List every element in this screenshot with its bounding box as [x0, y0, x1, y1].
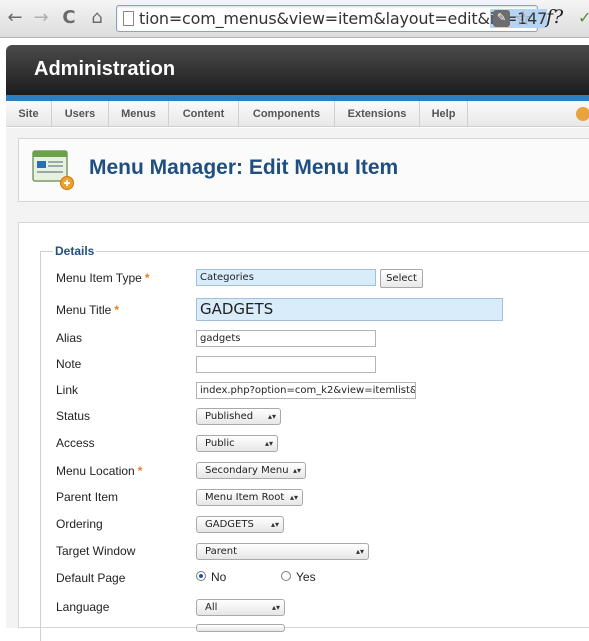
ordering-value: GADGETS: [205, 519, 254, 530]
link-input[interactable]: index.php?option=com_k2&view=itemlist&la: [196, 382, 416, 399]
menu-manager-icon: [32, 150, 74, 190]
address-bar[interactable]: tion=com_menus&view=item&layout=edit&id=…: [116, 5, 547, 32]
menu-location-value: Secondary Menu: [205, 465, 289, 476]
default-page-yes-radio[interactable]: [281, 571, 291, 581]
menu-components[interactable]: Components: [239, 101, 335, 127]
menu-item-type-label: Menu Item Type *: [56, 271, 150, 285]
default-page-label: Default Page: [56, 571, 126, 585]
users-icon[interactable]: [576, 107, 589, 121]
select-arrows-icon: ▴▾: [271, 603, 280, 612]
admin-menubar: Site Users Menus Content Components Exte…: [6, 101, 589, 127]
page-title: Menu Manager: Edit Menu Item: [89, 156, 399, 179]
default-page-no-radio[interactable]: [196, 571, 206, 581]
select-arrows-icon: ▴▾: [289, 493, 298, 502]
edit-icon[interactable]: ✎: [493, 10, 510, 27]
menu-location-label-text: Menu Location: [56, 464, 135, 478]
url-text[interactable]: tion=com_menus&view=item&layout=edit&id=…: [139, 9, 547, 29]
target-window-label: Target Window: [56, 544, 136, 558]
select-arrows-icon: ▴▾: [355, 547, 364, 556]
note-label: Note: [56, 357, 82, 371]
page-icon: [123, 11, 134, 26]
menu-title-input[interactable]: GADGETS: [196, 298, 503, 321]
language-select[interactable]: All ▴▾: [196, 599, 285, 616]
menu-site[interactable]: Site: [6, 101, 52, 127]
menu-location-label: Menu Location *: [56, 464, 142, 478]
extension-check-icon[interactable]: ✓: [578, 8, 589, 28]
parent-item-label: Parent Item: [56, 490, 119, 504]
menu-title-label-text: Menu Title: [56, 303, 112, 317]
forward-arrow-icon[interactable]: →: [30, 6, 52, 30]
target-window-value: Parent: [205, 546, 238, 557]
default-page-no-label: No: [211, 570, 227, 584]
access-value: Public: [205, 438, 235, 449]
admin-title: Administration: [34, 58, 176, 80]
next-field-select[interactable]: [196, 624, 285, 632]
select-button[interactable]: Select: [380, 269, 423, 288]
home-icon[interactable]: ⌂: [86, 6, 108, 30]
menu-extensions[interactable]: Extensions: [335, 101, 420, 127]
select-arrows-icon: ▴▾: [292, 466, 301, 475]
select-arrows-icon: ▴▾: [270, 520, 279, 529]
note-input[interactable]: [196, 356, 376, 373]
menu-menus[interactable]: Menus: [109, 101, 169, 127]
alias-input[interactable]: gadgets: [196, 330, 376, 347]
extension-f-icon[interactable]: f?: [546, 6, 563, 28]
status-label: Status: [56, 409, 91, 423]
reload-icon[interactable]: C: [58, 6, 80, 30]
language-label: Language: [56, 600, 110, 614]
parent-item-value: Menu Item Root: [205, 492, 285, 503]
select-arrows-icon: ▴▾: [267, 412, 276, 421]
select-arrows-icon: ▴▾: [264, 439, 273, 448]
menu-title-label: Menu Title *: [56, 303, 119, 317]
default-page-yes-label: Yes: [296, 570, 316, 584]
link-label: Link: [56, 383, 79, 397]
menu-content[interactable]: Content: [169, 101, 239, 127]
url-prefix: tion=com_menus&view=item&layout=edit&: [139, 9, 490, 28]
details-legend: Details: [53, 244, 97, 258]
language-value: All: [205, 602, 218, 613]
ordering-label: Ordering: [56, 517, 103, 531]
back-arrow-icon[interactable]: ←: [4, 6, 26, 30]
menu-help[interactable]: Help: [420, 101, 468, 127]
menu-users[interactable]: Users: [52, 101, 109, 127]
alias-label: Alias: [56, 331, 83, 345]
required-star: *: [114, 303, 120, 317]
admin-header: Administration: [6, 45, 589, 95]
required-star: *: [144, 271, 150, 285]
access-label: Access: [56, 436, 95, 450]
ordering-select[interactable]: GADGETS ▴▾: [196, 516, 284, 533]
status-select[interactable]: Published ▴▾: [196, 408, 281, 425]
access-select[interactable]: Public ▴▾: [196, 435, 278, 452]
parent-item-select[interactable]: Menu Item Root ▴▾: [196, 489, 303, 506]
menu-item-type-label-text: Menu Item Type: [56, 271, 142, 285]
target-window-select[interactable]: Parent ▴▾: [196, 543, 369, 560]
title-toolbar: Menu Manager: Edit Menu Item: [18, 138, 589, 202]
menu-item-type-field: Categories: [196, 269, 376, 286]
menu-location-select[interactable]: Secondary Menu ▴▾: [196, 462, 306, 479]
bookmark-star-icon[interactable]: ☆: [514, 6, 532, 30]
status-value: Published: [205, 411, 254, 422]
browser-toolbar: ← → C ⌂ tion=com_menus&view=item&layout=…: [0, 0, 589, 38]
required-star: *: [137, 464, 143, 478]
